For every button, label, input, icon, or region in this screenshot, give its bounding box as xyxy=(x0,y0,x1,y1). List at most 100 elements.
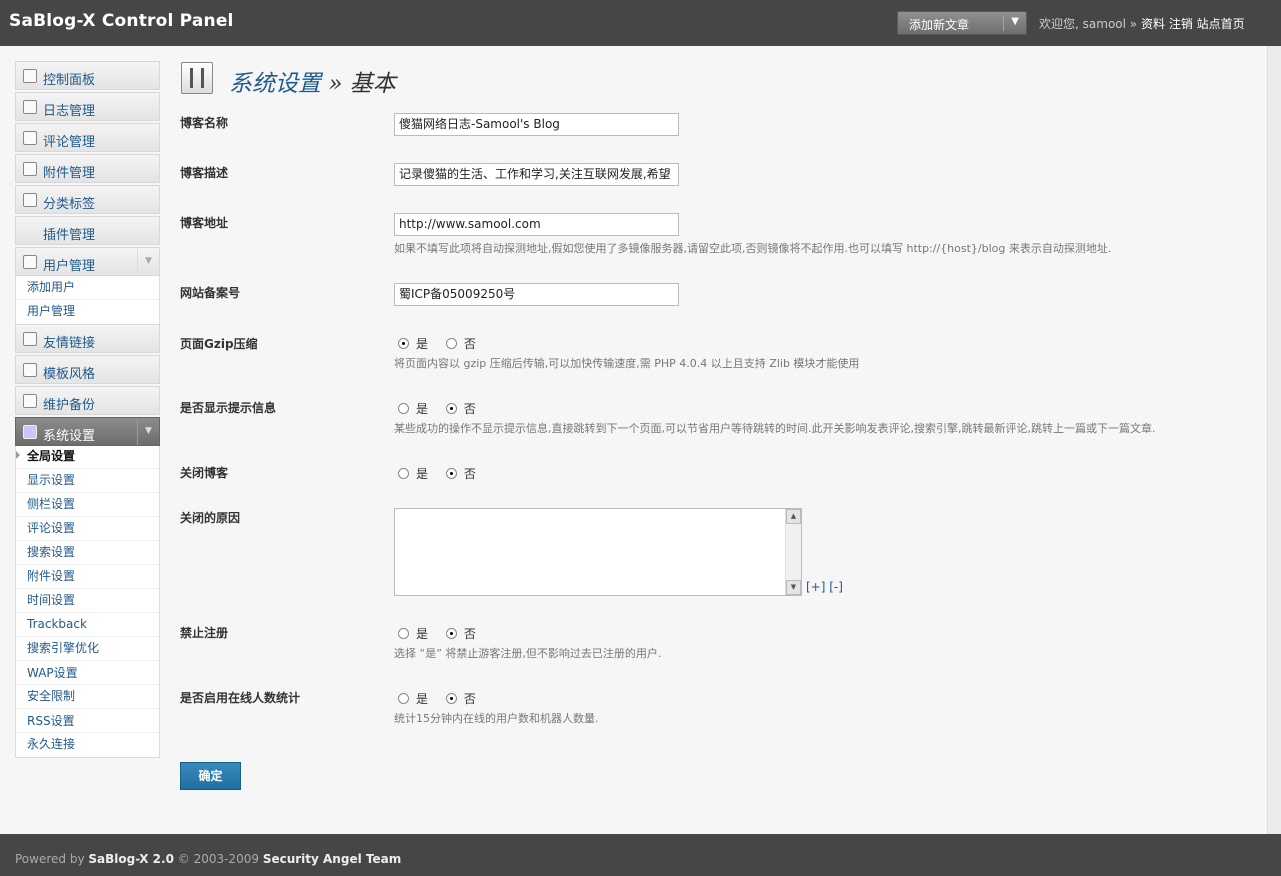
scroll-up-icon[interactable]: ▲ xyxy=(786,509,801,524)
submenu-trackback[interactable]: Trackback xyxy=(27,617,87,631)
textarea-scrollbar[interactable]: ▲ ▼ xyxy=(785,509,801,595)
submenu-add-user[interactable]: 添加用户 xyxy=(27,278,75,295)
show-msg-yes-radio[interactable] xyxy=(398,403,409,414)
add-new-post-dropdown[interactable]: 添加新文章 ▼ xyxy=(897,11,1027,35)
shrink-textarea-link[interactable]: [-] xyxy=(829,580,843,594)
sidebar-item-posts[interactable]: 日志管理 xyxy=(15,92,160,121)
sidebar-item-categories[interactable]: 分类标签 xyxy=(15,185,160,214)
submenu-permalink[interactable]: 永久连接 xyxy=(27,735,75,752)
settings-icon xyxy=(181,62,213,94)
submenu-divider xyxy=(16,468,159,469)
users-submenu: 添加用户 用户管理 xyxy=(15,276,160,324)
powered-by-text: Powered by xyxy=(15,852,85,866)
no-register-yes-radio[interactable] xyxy=(398,628,409,639)
sidebar-item-label: 日志管理 xyxy=(43,104,96,119)
textarea-resize: [+] [-] xyxy=(806,580,843,594)
sidebar-item-label: 系统设置 xyxy=(43,429,96,444)
submenu-attachment-settings[interactable]: 附件设置 xyxy=(27,567,75,584)
submenu-wap-settings[interactable]: WAP设置 xyxy=(27,664,78,681)
radio-label-yes: 是 xyxy=(416,692,429,706)
sidebar-item-label: 插件管理 xyxy=(43,228,96,243)
chevron-down-icon[interactable]: ▼ xyxy=(1011,16,1019,27)
submenu-seo[interactable]: 搜索引擎优化 xyxy=(27,639,99,656)
sidebar-item-label: 分类标签 xyxy=(43,197,96,212)
template-icon xyxy=(23,363,37,377)
online-stats-hint: 统计15分钟内在线的用户数和机器人数量. xyxy=(394,712,599,725)
submenu-time-settings[interactable]: 时间设置 xyxy=(27,591,75,608)
sidebar-item-label: 用户管理 xyxy=(43,259,96,274)
submenu-sidebar-settings[interactable]: 侧栏设置 xyxy=(27,495,75,512)
radio-label-no: 否 xyxy=(463,337,476,351)
submenu-divider xyxy=(16,492,159,493)
submenu-divider xyxy=(16,516,159,517)
sidebar-item-settings[interactable]: 系统设置 ▼ xyxy=(15,417,160,446)
gzip-hint: 将页面内容以 gzip 压缩后传输,可以加快传输速度,需 PHP 4.0.4 以… xyxy=(394,357,860,370)
close-blog-no-radio[interactable] xyxy=(445,468,457,479)
close-blog-radio-group: 是 否 xyxy=(398,465,476,482)
settings-icon xyxy=(23,425,37,439)
tools-icon xyxy=(23,394,37,408)
sidebar-item-templates[interactable]: 模板风格 xyxy=(15,355,160,384)
submenu-search-settings[interactable]: 搜索设置 xyxy=(27,543,75,560)
radio-label-yes: 是 xyxy=(416,402,429,416)
sidebar-item-links[interactable]: 友情链接 xyxy=(15,324,160,353)
add-new-post-label: 添加新文章 xyxy=(909,18,970,32)
show-msg-no-radio[interactable] xyxy=(445,403,457,414)
sidebar-item-label: 控制面板 xyxy=(43,73,96,88)
close-blog-label: 关闭博客 xyxy=(180,466,229,480)
site-home-link[interactable]: 站点首页 xyxy=(1197,17,1245,31)
sidebar-item-dashboard[interactable]: 控制面板 xyxy=(15,61,160,90)
submit-button[interactable]: 确定 xyxy=(180,762,241,790)
logout-link[interactable]: 注销 xyxy=(1169,17,1193,31)
chevron-down-icon[interactable]: ▼ xyxy=(137,418,159,445)
online-stats-yes-radio[interactable] xyxy=(398,693,409,704)
profile-link[interactable]: 资料 xyxy=(1141,17,1165,31)
radio-label-yes: 是 xyxy=(416,467,429,481)
posts-icon xyxy=(23,100,37,114)
chevron-down-icon[interactable]: ▼ xyxy=(137,248,159,275)
gzip-yes-radio[interactable] xyxy=(398,338,409,349)
expand-textarea-link[interactable]: [+] xyxy=(806,580,825,594)
sidebar-item-label: 模板风格 xyxy=(43,367,96,382)
icp-label: 网站备案号 xyxy=(180,286,241,300)
no-register-radio-group: 是 否 xyxy=(398,625,476,642)
online-stats-no-radio[interactable] xyxy=(445,693,457,704)
sidebar-item-maintenance[interactable]: 维护备份 xyxy=(15,386,160,415)
blog-desc-label: 博客描述 xyxy=(180,166,229,180)
sidebar-item-attachments[interactable]: 附件管理 xyxy=(15,154,160,183)
submenu-user-manage[interactable]: 用户管理 xyxy=(27,302,75,319)
sidebar-item-comments[interactable]: 评论管理 xyxy=(15,123,160,152)
current-arrow-icon xyxy=(16,451,20,459)
page-scrollbar[interactable] xyxy=(1267,46,1281,834)
submenu-display-settings[interactable]: 显示设置 xyxy=(27,471,75,488)
sidebar-item-plugins[interactable]: 插件管理 xyxy=(15,216,160,245)
title-separator: » xyxy=(328,71,343,97)
radio-label-yes: 是 xyxy=(416,627,429,641)
icp-input[interactable]: 蜀ICP备05009250号 xyxy=(394,283,679,306)
sidebar-item-label: 友情链接 xyxy=(43,336,96,351)
submenu-comment-settings[interactable]: 评论设置 xyxy=(27,519,75,536)
submenu-global-settings[interactable]: 全局设置 xyxy=(27,447,75,464)
username-separator: » xyxy=(1129,17,1138,31)
no-register-no-radio[interactable] xyxy=(445,628,457,639)
submenu-rss-settings[interactable]: RSS设置 xyxy=(27,712,75,729)
submenu-divider xyxy=(16,732,159,733)
sidebar-item-label: 维护备份 xyxy=(43,398,96,413)
submenu-divider xyxy=(16,684,159,685)
team-name: Security Angel Team xyxy=(262,852,402,866)
sidebar-item-users[interactable]: 用户管理 ▼ xyxy=(15,247,160,276)
submenu-security-limits[interactable]: 安全限制 xyxy=(27,687,75,704)
close-blog-yes-radio[interactable] xyxy=(398,468,409,479)
gzip-radio-group: 是 否 xyxy=(398,335,476,352)
blog-desc-input[interactable]: 记录傻猫的生活、工作和学习,关注互联网发展,希望 xyxy=(394,163,679,186)
gzip-no-radio[interactable] xyxy=(445,338,457,349)
close-reason-textarea[interactable]: ▲ ▼ xyxy=(394,508,802,596)
no-register-label: 禁止注册 xyxy=(180,626,229,640)
submenu-divider xyxy=(16,299,159,300)
blog-name-input[interactable]: 傻猫网络日志-Samool's Blog xyxy=(394,113,679,136)
dropdown-divider xyxy=(1003,15,1004,31)
submenu-divider xyxy=(16,660,159,661)
blog-url-label: 博客地址 xyxy=(180,216,229,230)
scroll-down-icon[interactable]: ▼ xyxy=(786,580,801,595)
blog-url-input[interactable]: http://www.samool.com xyxy=(394,213,679,236)
